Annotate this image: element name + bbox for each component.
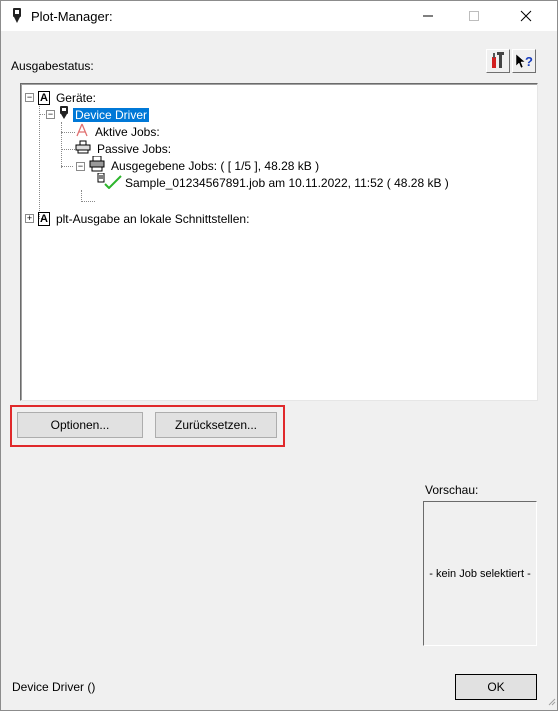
tree-item-output-jobs[interactable]: Ausgegebene Jobs: ( [ 1/5 ], 48.28 kB ): [89, 155, 320, 174]
geraete-collapse-toggle[interactable]: −: [25, 93, 34, 102]
settings-tool-button[interactable]: [486, 49, 510, 73]
context-help-icon: ?: [515, 53, 533, 69]
tree-item-job[interactable]: Sample_01234567891.job am 10.11.2022, 11…: [97, 172, 449, 192]
resize-grip-icon[interactable]: [546, 695, 556, 709]
status-text: Device Driver (): [12, 680, 96, 694]
help-question-mark: ?: [525, 53, 533, 69]
tree-item-plt-output[interactable]: A plt-Ausgabe an lokale Schnittstellen:: [38, 210, 249, 227]
plt-output-expand-toggle[interactable]: +: [25, 214, 34, 223]
context-help-button[interactable]: ?: [512, 49, 536, 73]
output-status-tree[interactable]: − A Geräte: − Device Driver Aktive Jobs:…: [20, 83, 538, 401]
close-button[interactable]: [503, 1, 549, 31]
font-a-icon: A: [38, 90, 50, 105]
maximize-button[interactable]: [451, 1, 497, 31]
output-jobs-collapse-toggle[interactable]: −: [76, 162, 85, 171]
tree-item-label: Ausgegebene Jobs: ( [ 1/5 ], 48.28 kB ): [111, 158, 320, 173]
job-complete-icon: [97, 172, 123, 192]
reset-button[interactable]: Zurücksetzen...: [155, 412, 277, 438]
tools-icon: [489, 51, 507, 72]
title-bar: Plot-Manager:: [1, 1, 557, 31]
ok-button[interactable]: OK: [455, 674, 537, 700]
device-driver-collapse-toggle[interactable]: −: [46, 110, 55, 119]
tree-item-label: Aktive Jobs:: [95, 124, 160, 139]
printer-icon: [75, 140, 91, 157]
output-status-label: Ausgabestatus:: [11, 59, 94, 73]
preview-label: Vorschau:: [425, 483, 479, 497]
tree-item-label: Geräte:: [55, 90, 96, 105]
tree-item-label: Sample_01234567891.job am 10.11.2022, 11…: [125, 175, 449, 190]
tree-item-label: Device Driver: [73, 107, 150, 122]
plot-manager-window: Plot-Manager: Ausgabestatus: ? − A Gerät…: [0, 0, 558, 711]
preview-box: - kein Job selektiert -: [423, 501, 537, 646]
plotter-icon: [11, 8, 23, 24]
minimize-button[interactable]: [405, 1, 451, 31]
pen-icon: [75, 123, 89, 140]
tree-item-label: plt-Ausgabe an lokale Schnittstellen:: [55, 211, 250, 226]
options-button[interactable]: Optionen...: [17, 412, 143, 438]
preview-empty-text: - kein Job selektiert -: [429, 567, 531, 580]
plotter-icon: [59, 106, 69, 123]
tree-item-label: Passive Jobs:: [97, 141, 172, 156]
tree-item-geraete[interactable]: A Geräte:: [38, 89, 96, 106]
tree-item-active-jobs[interactable]: Aktive Jobs:: [75, 123, 160, 140]
tree-item-passive-jobs[interactable]: Passive Jobs:: [75, 140, 171, 157]
window-title: Plot-Manager:: [31, 9, 113, 24]
font-a-icon: A: [38, 211, 50, 226]
tree-item-device-driver[interactable]: Device Driver: [59, 106, 150, 123]
